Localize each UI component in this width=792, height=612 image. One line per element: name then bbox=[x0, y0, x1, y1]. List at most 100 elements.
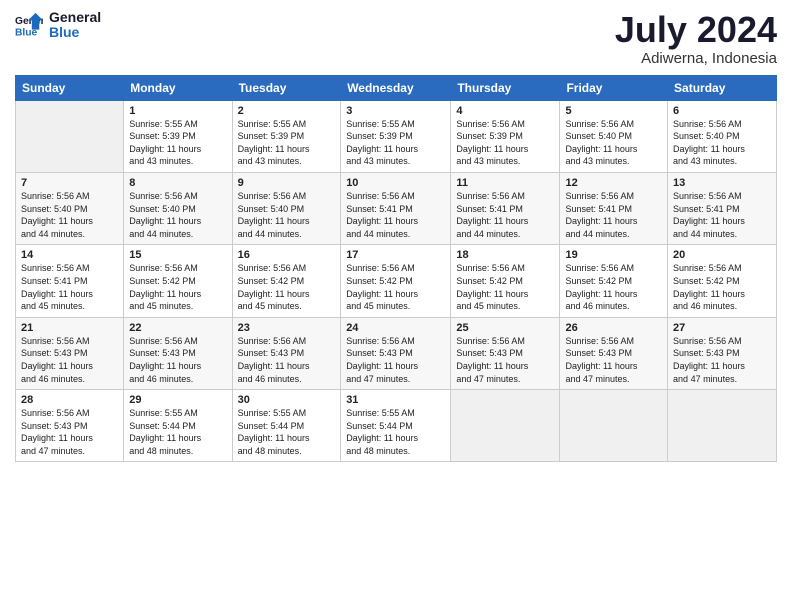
day-info: Sunrise: 5:56 AMSunset: 5:43 PMDaylight:… bbox=[21, 407, 118, 457]
day-number: 10 bbox=[346, 177, 445, 189]
calendar-cell: 24Sunrise: 5:56 AMSunset: 5:43 PMDayligh… bbox=[341, 317, 451, 389]
day-number: 6 bbox=[673, 105, 771, 117]
calendar-cell: 21Sunrise: 5:56 AMSunset: 5:43 PMDayligh… bbox=[16, 317, 124, 389]
calendar-cell: 6Sunrise: 5:56 AMSunset: 5:40 PMDaylight… bbox=[668, 100, 777, 172]
calendar-cell: 22Sunrise: 5:56 AMSunset: 5:43 PMDayligh… bbox=[124, 317, 232, 389]
day-number: 27 bbox=[673, 322, 771, 334]
day-number: 24 bbox=[346, 322, 445, 334]
day-number: 23 bbox=[238, 322, 336, 334]
day-info: Sunrise: 5:56 AMSunset: 5:42 PMDaylight:… bbox=[238, 262, 336, 312]
day-number: 21 bbox=[21, 322, 118, 334]
day-number: 30 bbox=[238, 394, 336, 406]
day-number: 4 bbox=[456, 105, 554, 117]
calendar-cell: 23Sunrise: 5:56 AMSunset: 5:43 PMDayligh… bbox=[232, 317, 341, 389]
day-number: 17 bbox=[346, 249, 445, 261]
calendar-cell bbox=[560, 390, 668, 462]
day-info: Sunrise: 5:55 AMSunset: 5:44 PMDaylight:… bbox=[238, 407, 336, 457]
location: Adiwerna, Indonesia bbox=[615, 50, 777, 67]
day-info: Sunrise: 5:56 AMSunset: 5:42 PMDaylight:… bbox=[565, 262, 662, 312]
calendar-cell: 5Sunrise: 5:56 AMSunset: 5:40 PMDaylight… bbox=[560, 100, 668, 172]
day-number: 31 bbox=[346, 394, 445, 406]
calendar-cell: 31Sunrise: 5:55 AMSunset: 5:44 PMDayligh… bbox=[341, 390, 451, 462]
day-info: Sunrise: 5:56 AMSunset: 5:42 PMDaylight:… bbox=[346, 262, 445, 312]
calendar-cell bbox=[16, 100, 124, 172]
calendar-cell bbox=[451, 390, 560, 462]
weekday-header-tuesday: Tuesday bbox=[232, 75, 341, 100]
day-number: 12 bbox=[565, 177, 662, 189]
day-number: 22 bbox=[129, 322, 226, 334]
day-info: Sunrise: 5:56 AMSunset: 5:40 PMDaylight:… bbox=[238, 190, 336, 240]
week-row-2: 7Sunrise: 5:56 AMSunset: 5:40 PMDaylight… bbox=[16, 172, 777, 244]
day-info: Sunrise: 5:55 AMSunset: 5:39 PMDaylight:… bbox=[238, 118, 336, 168]
weekday-header-saturday: Saturday bbox=[668, 75, 777, 100]
day-number: 2 bbox=[238, 105, 336, 117]
day-number: 15 bbox=[129, 249, 226, 261]
day-number: 3 bbox=[346, 105, 445, 117]
weekday-header-friday: Friday bbox=[560, 75, 668, 100]
logo-text-general: General bbox=[49, 10, 101, 25]
day-number: 13 bbox=[673, 177, 771, 189]
calendar-cell: 25Sunrise: 5:56 AMSunset: 5:43 PMDayligh… bbox=[451, 317, 560, 389]
day-info: Sunrise: 5:56 AMSunset: 5:41 PMDaylight:… bbox=[21, 262, 118, 312]
calendar-cell: 27Sunrise: 5:56 AMSunset: 5:43 PMDayligh… bbox=[668, 317, 777, 389]
calendar-cell: 15Sunrise: 5:56 AMSunset: 5:42 PMDayligh… bbox=[124, 245, 232, 317]
day-info: Sunrise: 5:56 AMSunset: 5:41 PMDaylight:… bbox=[456, 190, 554, 240]
day-info: Sunrise: 5:55 AMSunset: 5:39 PMDaylight:… bbox=[129, 118, 226, 168]
day-number: 8 bbox=[129, 177, 226, 189]
day-number: 28 bbox=[21, 394, 118, 406]
calendar-cell: 1Sunrise: 5:55 AMSunset: 5:39 PMDaylight… bbox=[124, 100, 232, 172]
calendar-cell: 7Sunrise: 5:56 AMSunset: 5:40 PMDaylight… bbox=[16, 172, 124, 244]
day-number: 9 bbox=[238, 177, 336, 189]
calendar-cell: 14Sunrise: 5:56 AMSunset: 5:41 PMDayligh… bbox=[16, 245, 124, 317]
calendar-cell: 8Sunrise: 5:56 AMSunset: 5:40 PMDaylight… bbox=[124, 172, 232, 244]
weekday-header-sunday: Sunday bbox=[16, 75, 124, 100]
page-container: General Blue General Blue July 2024 Adiw… bbox=[0, 0, 792, 612]
day-number: 20 bbox=[673, 249, 771, 261]
calendar-cell: 12Sunrise: 5:56 AMSunset: 5:41 PMDayligh… bbox=[560, 172, 668, 244]
weekday-header-thursday: Thursday bbox=[451, 75, 560, 100]
month-title: July 2024 bbox=[615, 10, 777, 50]
logo-icon: General Blue bbox=[15, 11, 43, 39]
calendar-cell: 30Sunrise: 5:55 AMSunset: 5:44 PMDayligh… bbox=[232, 390, 341, 462]
day-number: 11 bbox=[456, 177, 554, 189]
day-number: 19 bbox=[565, 249, 662, 261]
day-info: Sunrise: 5:56 AMSunset: 5:43 PMDaylight:… bbox=[129, 335, 226, 385]
week-row-5: 28Sunrise: 5:56 AMSunset: 5:43 PMDayligh… bbox=[16, 390, 777, 462]
day-number: 14 bbox=[21, 249, 118, 261]
calendar-cell: 19Sunrise: 5:56 AMSunset: 5:42 PMDayligh… bbox=[560, 245, 668, 317]
calendar-cell: 10Sunrise: 5:56 AMSunset: 5:41 PMDayligh… bbox=[341, 172, 451, 244]
calendar-cell: 11Sunrise: 5:56 AMSunset: 5:41 PMDayligh… bbox=[451, 172, 560, 244]
day-number: 18 bbox=[456, 249, 554, 261]
calendar-cell: 29Sunrise: 5:55 AMSunset: 5:44 PMDayligh… bbox=[124, 390, 232, 462]
day-info: Sunrise: 5:56 AMSunset: 5:42 PMDaylight:… bbox=[673, 262, 771, 312]
day-info: Sunrise: 5:56 AMSunset: 5:39 PMDaylight:… bbox=[456, 118, 554, 168]
day-number: 29 bbox=[129, 394, 226, 406]
day-info: Sunrise: 5:56 AMSunset: 5:42 PMDaylight:… bbox=[129, 262, 226, 312]
calendar-cell: 3Sunrise: 5:55 AMSunset: 5:39 PMDaylight… bbox=[341, 100, 451, 172]
calendar-cell: 13Sunrise: 5:56 AMSunset: 5:41 PMDayligh… bbox=[668, 172, 777, 244]
day-info: Sunrise: 5:56 AMSunset: 5:41 PMDaylight:… bbox=[346, 190, 445, 240]
day-number: 5 bbox=[565, 105, 662, 117]
day-number: 7 bbox=[21, 177, 118, 189]
calendar-cell: 26Sunrise: 5:56 AMSunset: 5:43 PMDayligh… bbox=[560, 317, 668, 389]
day-number: 26 bbox=[565, 322, 662, 334]
day-info: Sunrise: 5:56 AMSunset: 5:43 PMDaylight:… bbox=[346, 335, 445, 385]
calendar-cell bbox=[668, 390, 777, 462]
day-info: Sunrise: 5:55 AMSunset: 5:44 PMDaylight:… bbox=[129, 407, 226, 457]
calendar-cell: 28Sunrise: 5:56 AMSunset: 5:43 PMDayligh… bbox=[16, 390, 124, 462]
title-block: July 2024 Adiwerna, Indonesia bbox=[615, 10, 777, 67]
day-info: Sunrise: 5:56 AMSunset: 5:40 PMDaylight:… bbox=[21, 190, 118, 240]
weekday-header-wednesday: Wednesday bbox=[341, 75, 451, 100]
day-info: Sunrise: 5:56 AMSunset: 5:42 PMDaylight:… bbox=[456, 262, 554, 312]
day-number: 1 bbox=[129, 105, 226, 117]
header: General Blue General Blue July 2024 Adiw… bbox=[15, 10, 777, 67]
logo-text-blue: Blue bbox=[49, 25, 101, 40]
day-info: Sunrise: 5:56 AMSunset: 5:41 PMDaylight:… bbox=[673, 190, 771, 240]
week-row-4: 21Sunrise: 5:56 AMSunset: 5:43 PMDayligh… bbox=[16, 317, 777, 389]
day-info: Sunrise: 5:56 AMSunset: 5:41 PMDaylight:… bbox=[565, 190, 662, 240]
day-info: Sunrise: 5:56 AMSunset: 5:43 PMDaylight:… bbox=[21, 335, 118, 385]
day-number: 25 bbox=[456, 322, 554, 334]
day-info: Sunrise: 5:56 AMSunset: 5:40 PMDaylight:… bbox=[129, 190, 226, 240]
weekday-header-monday: Monday bbox=[124, 75, 232, 100]
day-info: Sunrise: 5:55 AMSunset: 5:39 PMDaylight:… bbox=[346, 118, 445, 168]
